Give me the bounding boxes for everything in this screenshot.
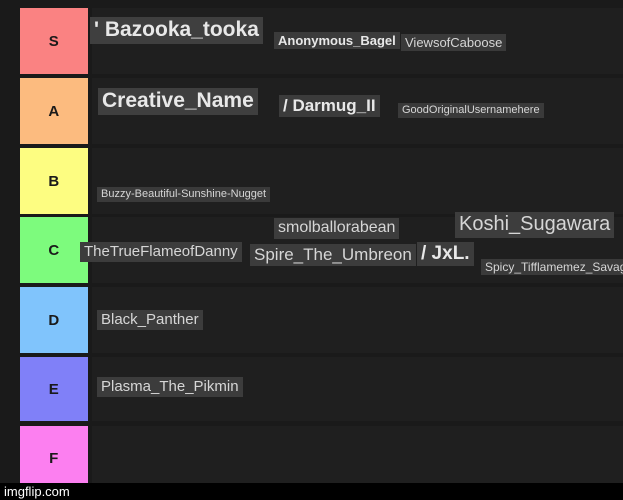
tier-label-text: F [49, 449, 59, 467]
tier-item[interactable]: Creative_Name [98, 88, 258, 115]
tier-row: B Buzzy-Beautiful-Sunshine-Nugget [20, 148, 623, 214]
tier-item[interactable]: Black_Panther [97, 310, 203, 330]
tier-item[interactable]: smolballorabean [274, 218, 400, 239]
tier-content-a[interactable]: Creative_Name / Darmug_II GoodOriginalUser… [92, 78, 623, 144]
tier-label-c[interactable]: C [20, 217, 88, 283]
tier-label-f[interactable]: F [20, 426, 88, 490]
watermark-bar: imgflip.com [0, 483, 623, 500]
tier-label-text: E [48, 380, 60, 398]
tier-content-d[interactable]: Black_Panther [92, 287, 623, 353]
tier-content-c[interactable]: smolballorabean Koshi_Sugawara TheTrueFlam… [80, 212, 623, 283]
tier-label-text: A [48, 102, 60, 120]
tier-label-text: D [48, 311, 60, 329]
tier-item[interactable]: GoodOriginalUsernamehere [398, 103, 544, 118]
tier-item[interactable]: ' Bazooka_tooka [90, 17, 263, 44]
tier-item[interactable]: Spire_The_Umbreon [250, 244, 416, 267]
tier-row: A Creative_Name / Darmug_II GoodOriginalUse… [20, 78, 623, 144]
tier-label-a[interactable]: A [20, 78, 88, 144]
tier-label-b[interactable]: B [20, 148, 88, 214]
tier-label-text: S [48, 32, 60, 50]
tier-content-s[interactable]: ' Bazooka_tooka Anonymous_Bagel ViewsofCab… [90, 8, 623, 74]
tier-item[interactable]: Spicy_Tifflamemez_Savage [481, 259, 623, 276]
tier-label-s[interactable]: S [20, 8, 88, 74]
tier-item[interactable]: Anonymous_Bagel [274, 32, 400, 50]
tier-row: F [20, 426, 623, 490]
tier-item[interactable]: / JxL. [417, 242, 474, 267]
tier-label-e[interactable]: E [20, 357, 88, 421]
tier-row: D Black_Panther [20, 287, 623, 353]
tier-label-text: B [48, 172, 60, 190]
tier-row: S ' Bazooka_tooka Anonymous_Bagel ViewsofCa… [20, 8, 623, 74]
tier-content-b[interactable]: Buzzy-Beautiful-Sunshine-Nugget [92, 148, 623, 214]
tier-item[interactable]: Buzzy-Beautiful-Sunshine-Nugget [97, 187, 271, 202]
tier-item[interactable]: Plasma_The_Pikmin [97, 377, 243, 397]
tier-item[interactable]: Koshi_Sugawara [455, 212, 615, 238]
imgflip-watermark: imgflip.com [4, 484, 70, 499]
tier-label-text: C [48, 241, 60, 259]
tier-row: Csmolballorabean Koshi_Sugawara TheTrueFla… [20, 212, 623, 283]
tier-item[interactable]: TheTrueFlameofDanny [80, 242, 242, 262]
tier-row: E Plasma_The_Pikmin [20, 357, 623, 421]
tier-content-e[interactable]: Plasma_The_Pikmin [92, 357, 623, 421]
tier-item[interactable]: / Darmug_II [279, 95, 380, 118]
tier-item[interactable]: ViewsofCaboose [401, 34, 507, 52]
tier-label-d[interactable]: D [20, 287, 88, 353]
tier-list: S ' Bazooka_tooka Anonymous_Bagel ViewsofCa… [0, 0, 623, 500]
tier-content-f[interactable] [92, 426, 623, 490]
